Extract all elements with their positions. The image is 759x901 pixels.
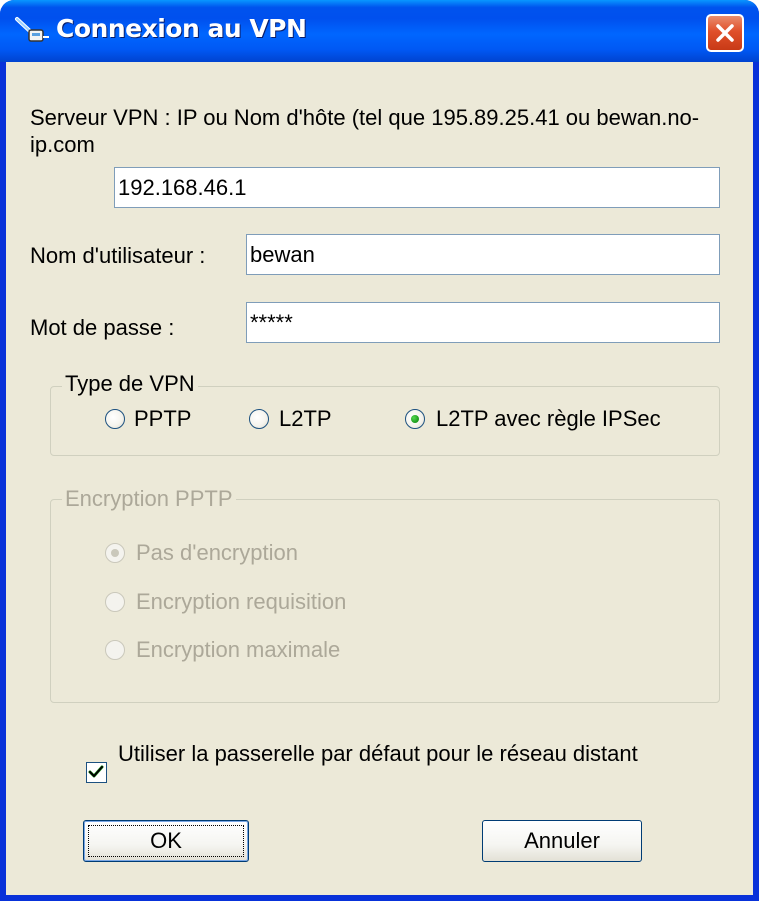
radio-l2tp[interactable] [249,409,269,429]
gateway-label[interactable]: Utiliser la passerelle par défaut pour l… [118,740,698,767]
username-input[interactable]: bewan [246,234,720,275]
server-input[interactable]: 192.168.46.1 [114,167,720,208]
gateway-checkbox[interactable] [86,762,107,783]
username-label: Nom d'utilisateur : [30,243,206,268]
title-bar[interactable]: Connexion au VPN [0,0,759,62]
vpn-type-legend: Type de VPN [62,371,198,397]
vpn-dialog-window: Connexion au VPN Serveur VPN : IP ou Nom… [0,0,759,901]
checkmark-icon [88,765,104,778]
password-label: Mot de passe : [30,315,175,340]
dialog-body: Serveur VPN : IP ou Nom d'hôte (tel que … [6,62,753,895]
radio-l2tp-label[interactable]: L2TP [279,406,332,432]
radio-pptp[interactable] [105,409,125,429]
window-title: Connexion au VPN [56,14,307,43]
radio-encryption-required[interactable] [105,592,125,612]
radio-encryption-max-label[interactable]: Encryption maximale [136,637,340,663]
password-input[interactable]: ***** [246,302,720,343]
radio-selected-dot [411,415,419,423]
close-icon [716,24,734,42]
focus-ring [88,825,244,857]
cancel-button[interactable]: Annuler [482,820,642,862]
radio-pptp-label[interactable]: PPTP [134,406,191,432]
radio-no-encryption-label[interactable]: Pas d'encryption [136,540,298,566]
radio-selected-dot-disabled [111,549,119,557]
radio-encryption-required-label[interactable]: Encryption requisition [136,589,346,615]
vpn-connection-icon [15,17,49,42]
server-label: Serveur VPN : IP ou Nom d'hôte (tel que … [30,105,700,157]
encryption-legend: Encryption PPTP [62,486,236,512]
radio-l2tp-ipsec[interactable] [405,409,425,429]
close-button[interactable] [706,14,744,52]
ok-button[interactable]: OK [83,820,249,862]
cancel-button-label: Annuler [524,828,600,853]
radio-encryption-max[interactable] [105,640,125,660]
radio-no-encryption[interactable] [105,543,125,563]
radio-l2tp-ipsec-label[interactable]: L2TP avec règle IPSec [436,406,661,432]
